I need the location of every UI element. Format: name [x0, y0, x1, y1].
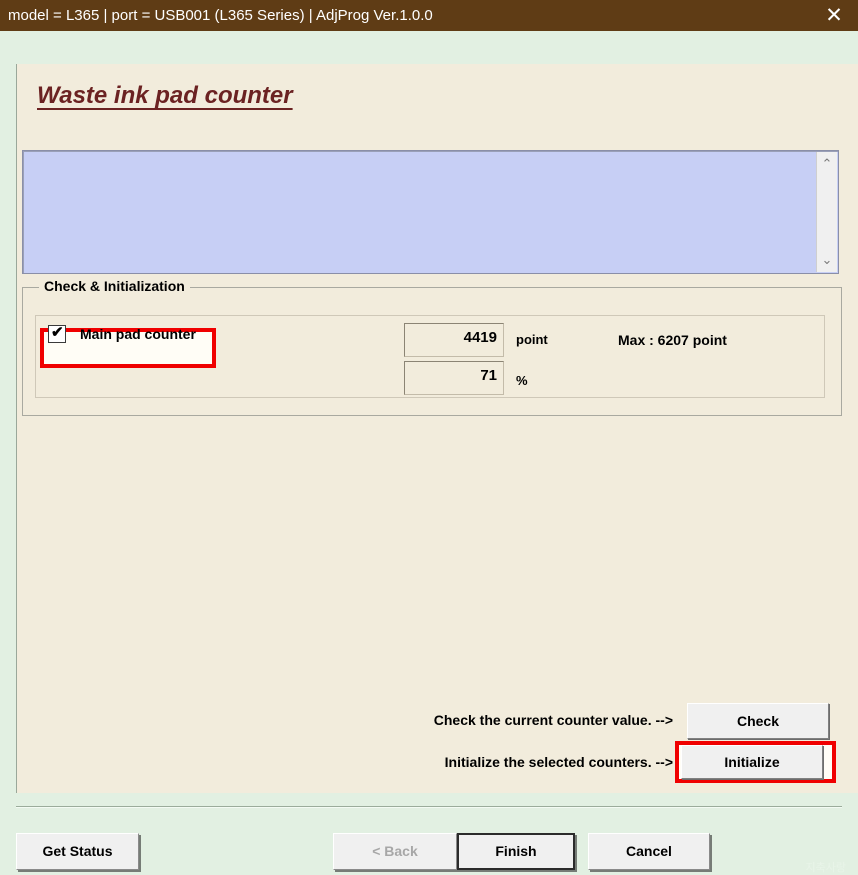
- back-button: < Back: [333, 833, 457, 870]
- finish-button[interactable]: Finish: [457, 833, 575, 870]
- page-title: Waste ink pad counter: [37, 82, 293, 109]
- watermark: 지축사랑: [805, 862, 846, 874]
- point-value-field[interactable]: 4419: [404, 323, 504, 357]
- window-titlebar: model = L365 | port = USB001 (L365 Serie…: [0, 0, 858, 31]
- initialize-button[interactable]: Initialize: [681, 745, 823, 779]
- max-point-label: Max : 6207 point: [618, 332, 727, 348]
- check-hint-label: Check the current counter value. -->: [433, 712, 673, 728]
- content-panel: Waste ink pad counter ⌃ ⌄ Check & Initia…: [16, 64, 858, 793]
- counter-panel: ✔ Main pad counter 4419 point 71 % Max :…: [35, 315, 825, 398]
- log-textarea[interactable]: ⌃ ⌄: [22, 150, 839, 274]
- check-button[interactable]: Check: [687, 703, 829, 739]
- chevron-down-icon[interactable]: ⌄: [817, 250, 837, 270]
- footer-separator: [16, 806, 842, 808]
- main-pad-counter-label: Main pad counter: [80, 326, 196, 342]
- check-and-initialization-group: Check & Initialization ✔ Main pad counte…: [22, 278, 842, 416]
- window-body: Waste ink pad counter ⌃ ⌄ Check & Initia…: [0, 31, 858, 874]
- chevron-up-icon[interactable]: ⌃: [817, 154, 837, 174]
- check-icon: ✔: [51, 324, 64, 341]
- cancel-button[interactable]: Cancel: [588, 833, 710, 870]
- point-unit-label: point: [516, 332, 548, 347]
- close-icon[interactable]: ✕: [810, 0, 858, 31]
- window-title: model = L365 | port = USB001 (L365 Serie…: [8, 7, 433, 24]
- percent-unit-label: %: [516, 373, 528, 388]
- percent-value-field[interactable]: 71: [404, 361, 504, 395]
- main-pad-counter-checkbox[interactable]: ✔: [48, 324, 66, 343]
- get-status-button[interactable]: Get Status: [16, 833, 139, 870]
- group-label: Check & Initialization: [39, 278, 190, 294]
- point-value: 4419: [463, 329, 497, 346]
- initialize-hint-label: Initialize the selected counters. -->: [444, 754, 673, 770]
- percent-value: 71: [480, 367, 497, 384]
- log-scrollbar[interactable]: ⌃ ⌄: [816, 152, 837, 272]
